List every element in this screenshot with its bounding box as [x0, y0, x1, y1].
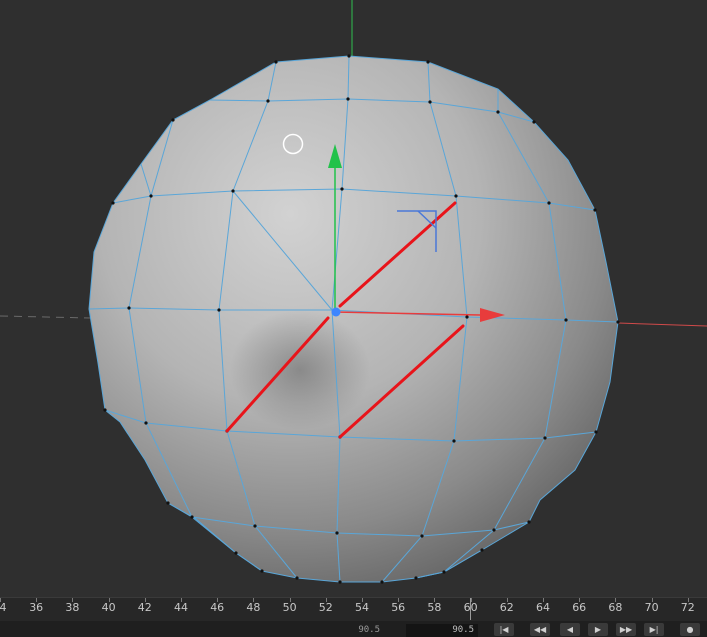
shading-center: [230, 310, 370, 430]
current-frame-field[interactable]: 90.5: [406, 624, 478, 637]
last-frame-icon[interactable]: ▶|: [644, 623, 664, 636]
timeline-tick-label: 70: [644, 601, 659, 614]
timeline-tick-label: 64: [536, 601, 550, 614]
viewport-canvas[interactable]: [0, 0, 707, 597]
first-frame-icon[interactable]: |◀: [494, 623, 514, 636]
timeline-tick-label: 62: [499, 601, 514, 614]
timeline-ruler[interactable]: 436384042444648505254565860626466687072: [0, 598, 707, 620]
timeline-tick-label: 58: [427, 601, 442, 614]
playback-bar: 90.5 90.5 |◀ ◀◀ ◀ ▶ ▶▶ ▶| ●: [0, 621, 707, 637]
timeline-tick-label: 46: [210, 601, 225, 614]
next-key-icon[interactable]: ▶▶: [616, 623, 636, 636]
record-icon[interactable]: ●: [680, 623, 700, 636]
timeline-tick-label: 48: [246, 601, 261, 614]
timeline-tick-label: 72: [680, 601, 695, 614]
3d-viewport[interactable]: [0, 0, 707, 597]
timeline-tick-label: 36: [29, 601, 44, 614]
play-backward-icon[interactable]: ◀: [560, 623, 580, 636]
frame-start-field[interactable]: 90.5: [340, 624, 380, 637]
timeline-tick-label: 44: [174, 601, 188, 614]
timeline-tick-label: 66: [572, 601, 587, 614]
sphere-mesh[interactable]: [88, 54, 620, 584]
world-x-axis-red: [617, 322, 707, 327]
timeline-tick-label: 56: [391, 601, 406, 614]
timeline[interactable]: 436384042444648505254565860626466687072 …: [0, 597, 707, 637]
timeline-tick-label: 68: [608, 601, 623, 614]
pivot-point[interactable]: [331, 307, 341, 317]
timeline-tick-label: 38: [65, 601, 80, 614]
prev-key-icon[interactable]: ◀◀: [530, 623, 550, 636]
timeline-tick-label: 40: [101, 601, 116, 614]
timeline-tick-label: 54: [355, 601, 369, 614]
timeline-tick-label: 50: [282, 601, 297, 614]
play-icon[interactable]: ▶: [588, 623, 608, 636]
world-x-axis: [0, 315, 91, 319]
playhead[interactable]: [470, 598, 471, 620]
timeline-tick-label: 4: [0, 601, 7, 614]
timeline-tick-label: 42: [137, 601, 152, 614]
timeline-tick-label: 52: [318, 601, 333, 614]
